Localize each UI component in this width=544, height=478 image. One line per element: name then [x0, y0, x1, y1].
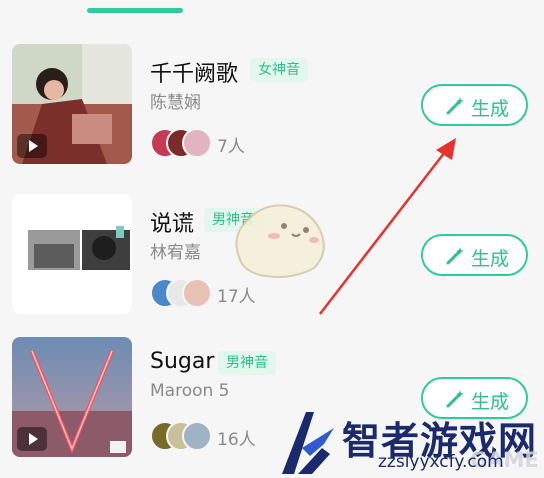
fan-count: 17人	[217, 287, 256, 307]
fan-avatars	[150, 128, 220, 160]
album-cover-3[interactable]	[12, 337, 132, 457]
watermark-logo	[282, 412, 334, 474]
generate-button[interactable]: 生成	[421, 84, 528, 126]
album-cover-2[interactable]	[12, 194, 132, 314]
song-title: 说谎	[150, 212, 195, 237]
watermark: 智者游戏网 GAME zzslyyxcfy.com	[278, 404, 544, 478]
mascot-sticker	[235, 204, 325, 278]
avatar	[182, 128, 212, 158]
song-artist: Maroon 5	[150, 381, 230, 401]
album-cover-1[interactable]	[12, 44, 132, 164]
voice-badge: 男神音	[218, 351, 276, 375]
song-row-1[interactable]: 千千阙歌 女神音 陈慧娴 7人 生成	[0, 44, 544, 184]
voice-badge: 女神音	[250, 58, 308, 82]
fan-avatars	[150, 278, 220, 310]
magic-wand-icon	[446, 97, 464, 115]
song-artist: 陈慧娴	[150, 93, 201, 113]
play-icon[interactable]	[17, 427, 47, 451]
watermark-url: zzslyyxcfy.com	[378, 452, 504, 472]
song-title: 千千阙歌	[150, 62, 239, 87]
generate-label: 生成	[471, 98, 510, 120]
magic-wand-icon	[446, 247, 464, 265]
generate-button[interactable]: 生成	[421, 234, 528, 276]
avatar	[182, 278, 212, 308]
play-icon[interactable]	[17, 134, 47, 158]
fan-avatars	[150, 421, 220, 453]
fan-count: 7人	[217, 137, 245, 157]
album-art-2	[12, 194, 132, 314]
avatar	[182, 421, 212, 451]
song-title: Sugar	[150, 349, 215, 374]
fan-count: 16人	[217, 430, 256, 450]
song-artist: 林宥嘉	[150, 243, 201, 263]
generate-label: 生成	[471, 248, 510, 270]
tab-indicator	[87, 8, 183, 13]
